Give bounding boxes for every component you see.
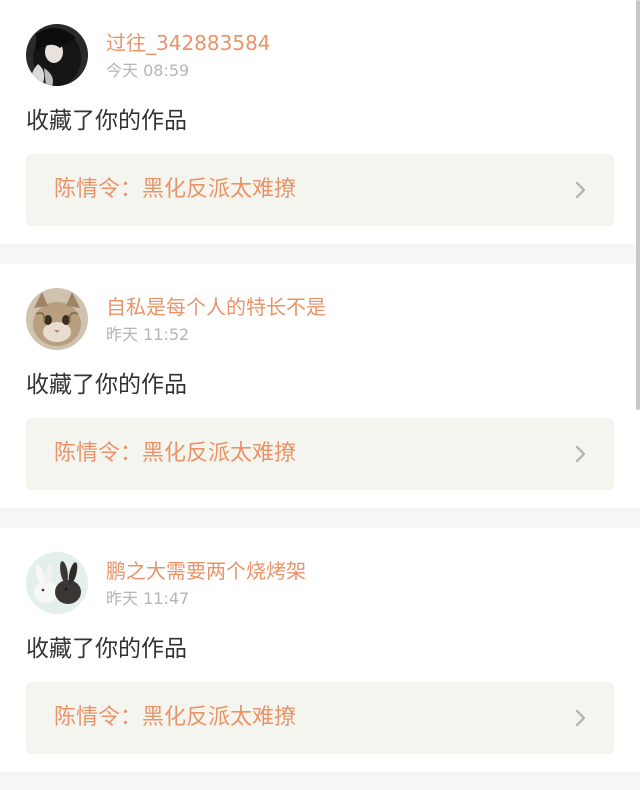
user-avatar[interactable] bbox=[26, 288, 88, 350]
card-separator bbox=[0, 772, 640, 790]
work-title: 陈情令：黑化反派太难撩 bbox=[54, 705, 297, 730]
username[interactable]: 自私是每个人的特长不是 bbox=[106, 294, 326, 320]
action-text: 收藏了你的作品 bbox=[26, 636, 187, 662]
work-link[interactable]: 陈情令：黑化反派太难撩 bbox=[26, 682, 614, 754]
work-title: 陈情令：黑化反派太难撩 bbox=[54, 441, 297, 466]
user-avatar[interactable] bbox=[26, 24, 88, 86]
scrollbar[interactable] bbox=[636, 0, 640, 410]
timestamp: 今天 08:59 bbox=[106, 61, 190, 80]
work-title: 陈情令：黑化反派太难撩 bbox=[54, 177, 297, 202]
action-text: 收藏了你的作品 bbox=[26, 108, 187, 134]
rabbits-avatar-icon bbox=[26, 552, 88, 614]
username[interactable]: 鹏之大需要两个烧烤架 bbox=[106, 558, 306, 584]
timestamp: 昨天 11:52 bbox=[106, 325, 190, 344]
notification-card: 鹏之大需要两个烧烤架 昨天 11:47 收藏了你的作品 陈情令：黑化反派太难撩 bbox=[0, 528, 640, 772]
action-text: 收藏了你的作品 bbox=[26, 372, 187, 398]
chevron-right-icon bbox=[570, 708, 590, 728]
work-link[interactable]: 陈情令：黑化反派太难撩 bbox=[26, 154, 614, 226]
chevron-right-icon bbox=[570, 444, 590, 464]
notification-card: 过往_342883584 今天 08:59 收藏了你的作品 陈情令：黑化反派太难… bbox=[0, 0, 640, 244]
girl-dark-hair-avatar-icon bbox=[26, 24, 88, 86]
user-avatar[interactable] bbox=[26, 552, 88, 614]
cat-avatar-icon bbox=[26, 288, 88, 350]
work-link[interactable]: 陈情令：黑化反派太难撩 bbox=[26, 418, 614, 490]
notification-card: 自私是每个人的特长不是 昨天 11:52 收藏了你的作品 陈情令：黑化反派太难撩 bbox=[0, 264, 640, 508]
chevron-right-icon bbox=[570, 180, 590, 200]
username[interactable]: 过往_342883584 bbox=[106, 30, 271, 56]
timestamp: 昨天 11:47 bbox=[106, 589, 190, 608]
